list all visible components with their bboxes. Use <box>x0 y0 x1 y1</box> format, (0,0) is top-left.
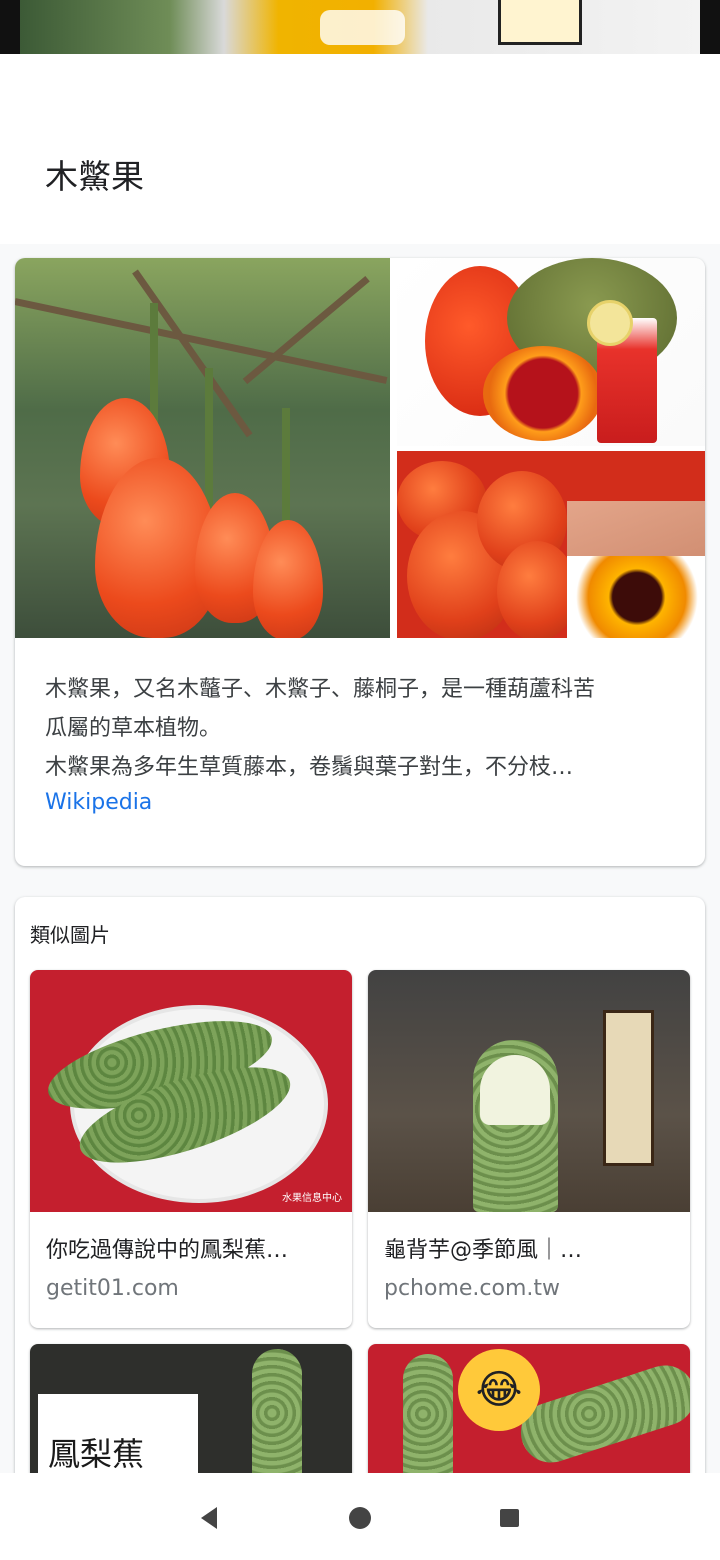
similar-images-heading: 類似圖片 <box>30 923 110 947</box>
monstera-fruit <box>513 1357 690 1471</box>
result-thumbnail <box>368 970 690 1212</box>
knowledge-panel-description: 木鱉果，又名木虌子、木鱉子、藤桐子，是一種葫蘆科苦 瓜屬的草本植物。 木鱉果為多… <box>45 670 675 787</box>
home-icon[interactable] <box>345 1503 375 1533</box>
gac-fruit <box>253 520 323 638</box>
previous-result-image-strip[interactable] <box>0 0 720 54</box>
query-title: 木鱉果 <box>45 157 144 196</box>
description-line: 木鱉果為多年生草質藤本，卷鬚與葉子對生，不分枝… <box>45 755 574 780</box>
previous-result-image <box>20 0 700 54</box>
wikipedia-link[interactable]: Wikipedia <box>45 790 152 815</box>
similar-image-result[interactable]: 龜背芋@季節風｜… pchome.com.tw <box>368 970 690 1328</box>
similar-images-card: 類似圖片 水果信息中心 你吃過傳說中的鳳梨蕉… getit01.com 龜背芋@… <box>15 897 705 1504</box>
similar-image-result[interactable]: 水果信息中心 你吃過傳說中的鳳梨蕉… getit01.com <box>30 970 352 1328</box>
image-detail <box>320 10 405 45</box>
fruit-stem <box>282 408 290 528</box>
wall-scroll <box>603 1010 654 1166</box>
description-line: 瓜屬的草本植物。 <box>45 716 222 741</box>
gac-fruit <box>497 541 577 638</box>
gac-fruit-half <box>483 346 603 441</box>
result-thumbnail: 水果信息中心 <box>30 970 352 1212</box>
gac-fruit-seeds <box>567 556 705 638</box>
result-site: pchome.com.tw <box>384 1276 561 1301</box>
result-title: 龜背芋@季節風｜… <box>384 1238 583 1263</box>
sign-text: 鳳梨蕉 <box>48 1435 145 1473</box>
branch <box>242 275 370 385</box>
image-detail <box>498 0 582 45</box>
result-site: getit01.com <box>46 1276 179 1301</box>
query-header: 木鱉果 <box>0 54 720 283</box>
knowledge-panel-card: 木鱉果，又名木虌子、木鱉子、藤桐子，是一種葫蘆科苦 瓜屬的草本植物。 木鱉果為多… <box>15 258 705 866</box>
watermark: 水果信息中心 <box>282 1193 342 1204</box>
back-icon[interactable] <box>197 1503 227 1533</box>
knowledge-panel-main-image[interactable] <box>15 258 390 638</box>
fruit-flesh <box>480 1055 550 1125</box>
laughing-emoji-icon: 😂 <box>458 1349 540 1431</box>
system-navigation-bar <box>0 1473 720 1560</box>
recents-icon[interactable] <box>495 1503 525 1533</box>
description-line: 木鱉果，又名木虌子、木鱉子、藤桐子，是一種葫蘆科苦 <box>45 677 596 702</box>
knowledge-panel-image-collage[interactable] <box>397 451 705 638</box>
lemon-slice <box>587 300 633 346</box>
knowledge-panel-image-juice[interactable] <box>397 258 705 446</box>
result-title: 你吃過傳說中的鳳梨蕉… <box>46 1238 289 1263</box>
fruit-stem <box>205 368 213 508</box>
